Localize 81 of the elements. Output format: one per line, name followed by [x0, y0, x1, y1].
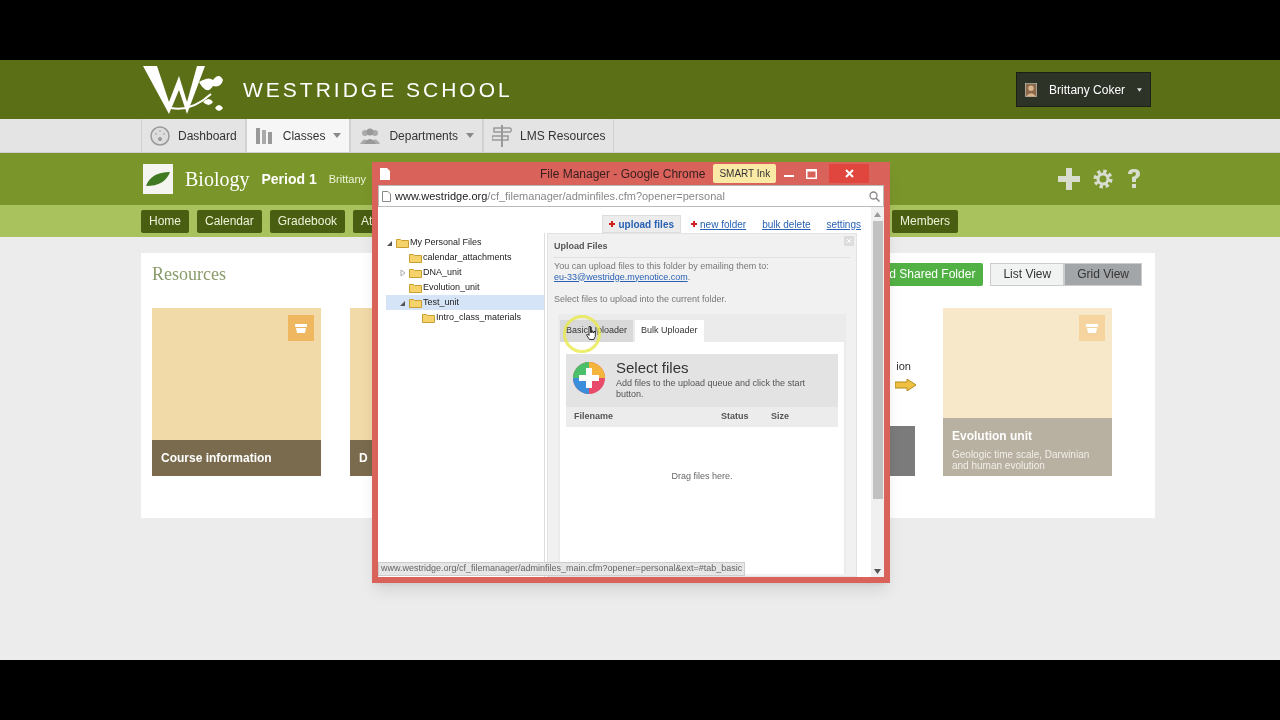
- view-toggle[interactable]: List View: [990, 262, 1065, 286]
- tree-item[interactable]: Test_unit: [386, 295, 544, 310]
- document-icon: [380, 167, 390, 180]
- folder-icon: [422, 312, 435, 323]
- select-files-description: Add files to the upload queue and click the start button.: [616, 378, 807, 400]
- tree-item[interactable]: My Personal Files: [386, 235, 544, 250]
- column-header: Status: [721, 410, 750, 424]
- select-note: Select files to upload into the current folder.: [554, 292, 728, 306]
- action-link[interactable]: upload files: [602, 215, 681, 233]
- uploader-tab[interactable]: Bulk Uploader: [635, 320, 704, 342]
- maximize-icon[interactable]: [806, 168, 818, 179]
- email-link[interactable]: eu-33@westridge.myenotice.com: [554, 271, 688, 282]
- user-menu[interactable]: Brittany Coker: [1016, 72, 1151, 107]
- scrollbar-thumb[interactable]: [872, 221, 883, 499]
- upload-note: You can upload files to this folder by emailing them to: eu-33@westridge.myenotice.com.: [554, 260, 770, 283]
- folder-icon: [409, 252, 422, 263]
- nav-item[interactable]: Classes: [245, 119, 351, 152]
- class-tab[interactable]: Calendar: [197, 209, 262, 233]
- status-url: www.westridge.org/cf_filemanager/adminfiles_main.cfm?opener=personal&ext=#tab_basic: [378, 562, 746, 576]
- action-link[interactable]: new folder: [685, 215, 753, 233]
- collapsed-arrow-icon[interactable]: [399, 268, 407, 277]
- card-description: Geologic time scale, Darwinian and human evolution: [952, 449, 1091, 471]
- close-icon[interactable]: [844, 236, 854, 246]
- class-period: Period 1: [261, 169, 317, 189]
- drop-zone[interactable]: Drag files here.: [566, 427, 838, 527]
- tree-item[interactable]: calendar_attachments: [386, 250, 544, 265]
- plus-icon: [691, 221, 697, 227]
- school-name: WESTRIDGE SCHOOL: [243, 76, 513, 103]
- column-header: Size: [771, 410, 790, 424]
- close-icon: [844, 169, 854, 178]
- help-icon[interactable]: [1126, 168, 1142, 190]
- section-title: Resources: [152, 262, 226, 286]
- page-icon: [382, 190, 391, 202]
- caret-icon: [1137, 86, 1142, 93]
- class-tab[interactable]: Home: [141, 209, 189, 233]
- smart-ink-toolbar[interactable]: SMART Ink: [713, 164, 777, 183]
- people-icon: [359, 126, 382, 145]
- column-header: Filename: [574, 410, 614, 424]
- class-tab[interactable]: Members: [892, 209, 958, 233]
- caret-icon: [333, 133, 342, 138]
- search-icon[interactable]: [869, 190, 880, 202]
- url-text: www.westridge.org/cf_filemanager/adminfiles.cfm?opener=personal: [395, 188, 725, 204]
- plus-icon: [609, 221, 616, 227]
- add-icon[interactable]: [1058, 168, 1080, 190]
- drop-hint: Drag files here.: [671, 470, 733, 484]
- tree-item[interactable]: Intro_class_materials: [386, 310, 544, 325]
- leaf-icon: [143, 164, 173, 194]
- books-icon: [254, 125, 275, 146]
- panel-heading: Upload Files: [554, 240, 850, 258]
- class-title: Biology: [185, 167, 250, 193]
- arrow-icon: [895, 378, 917, 391]
- tree-item[interactable]: DNA_unit: [386, 265, 544, 280]
- card-title: Evolution unit: [952, 428, 1033, 445]
- select-files-area[interactable]: Select files Add files to the upload queue and click the start button.: [566, 354, 838, 407]
- gauge-icon: [150, 125, 170, 146]
- card-image-text: ion: [896, 359, 911, 374]
- view-toggle[interactable]: Grid View: [1064, 262, 1142, 286]
- teacher-name: Brittany: [328, 171, 366, 187]
- card-title: Course information: [161, 450, 273, 467]
- folder-icon: [409, 282, 422, 293]
- window-title: File Manager - Google Chrome: [540, 165, 706, 183]
- close-button[interactable]: [829, 164, 870, 183]
- folder-icon[interactable]: [1079, 315, 1105, 341]
- select-files-title: Select files: [616, 359, 690, 376]
- nav-item[interactable]: Dashboard: [141, 119, 246, 152]
- settings-icon[interactable]: [1092, 168, 1114, 190]
- nav-item[interactable]: LMS Resources: [483, 119, 615, 152]
- scroll-down-icon[interactable]: [874, 569, 881, 574]
- tree-item[interactable]: Evolution_unit: [386, 280, 544, 295]
- class-tab[interactable]: Gradebook: [269, 209, 346, 233]
- scroll-up-icon[interactable]: [874, 212, 881, 217]
- folder-icon[interactable]: [288, 315, 314, 341]
- address-bar[interactable]: www.westridge.org/cf_filemanager/adminfiles.cfm?opener=personal: [378, 185, 884, 207]
- folder-icon: [409, 267, 422, 278]
- caret-icon: [466, 133, 475, 138]
- card-title: D: [359, 450, 369, 467]
- add-files-icon[interactable]: [572, 361, 606, 395]
- nav-item[interactable]: Departments: [350, 119, 484, 152]
- action-link[interactable]: settings: [820, 215, 867, 233]
- action-link[interactable]: bulk delete: [756, 215, 817, 233]
- signpost-icon: [492, 124, 513, 147]
